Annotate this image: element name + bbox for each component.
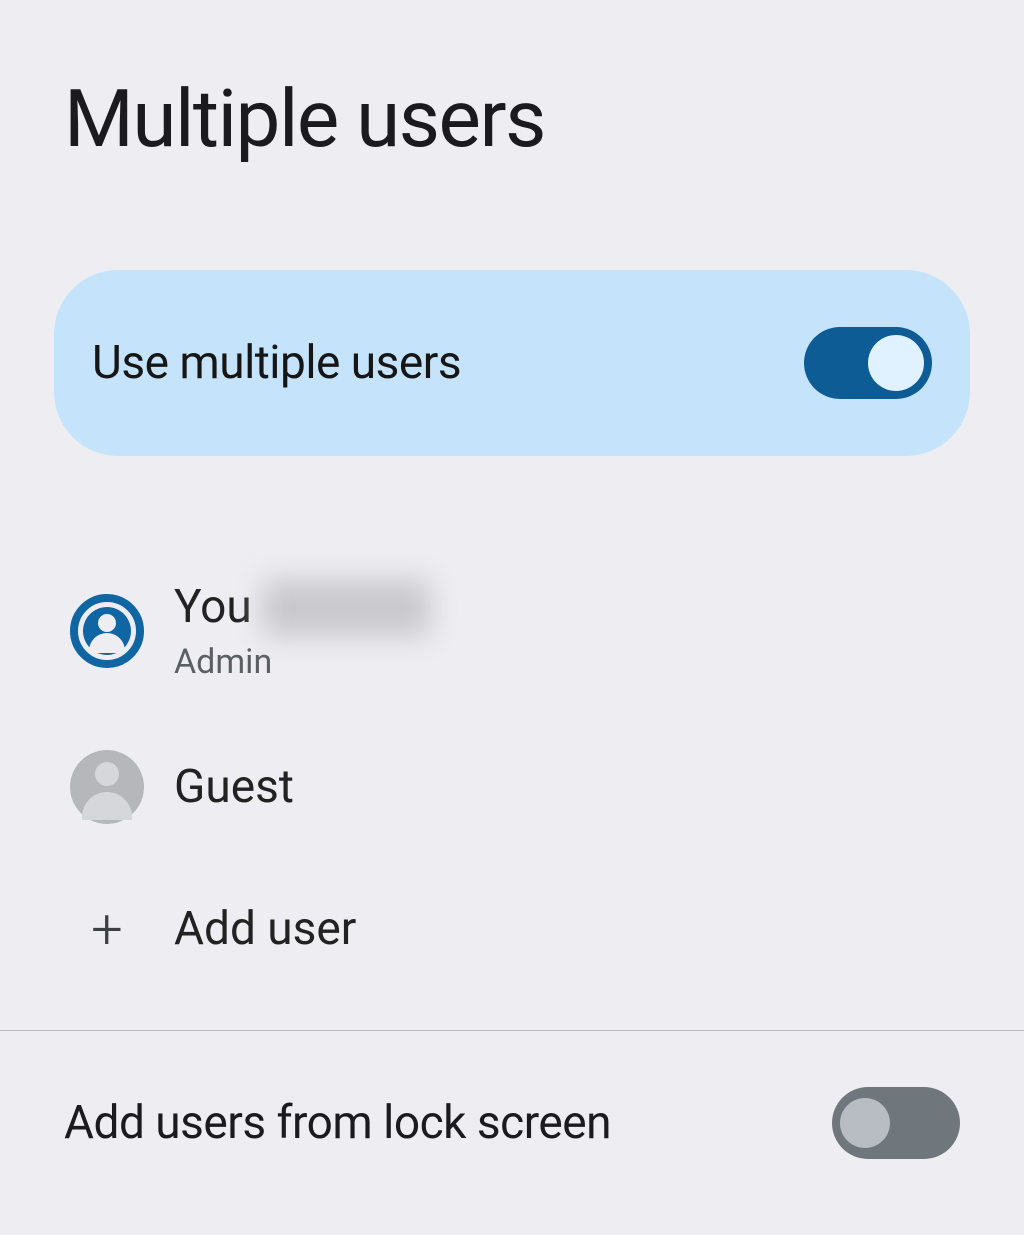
plus-icon: +	[70, 892, 144, 966]
user-you-name-blurred	[262, 580, 430, 636]
add-users-lockscreen-row[interactable]: Add users from lock screen	[0, 1031, 1024, 1159]
use-multiple-users-label: Use multiple users	[92, 336, 461, 390]
add-user-row[interactable]: + Add user	[0, 858, 1024, 1000]
user-current-avatar-icon	[70, 594, 144, 668]
user-guest-avatar-icon	[70, 750, 144, 824]
page-title: Multiple users	[0, 0, 1024, 166]
user-row-guest[interactable]: Guest	[0, 716, 1024, 858]
user-you-sublabel: Admin	[174, 642, 430, 682]
use-multiple-users-row[interactable]: Use multiple users	[54, 270, 970, 456]
user-you-label: You	[174, 580, 252, 634]
add-users-lockscreen-label: Add users from lock screen	[64, 1096, 611, 1150]
add-users-lockscreen-toggle[interactable]	[832, 1087, 960, 1159]
user-list: You Admin Guest + Add user	[0, 456, 1024, 1000]
use-multiple-users-toggle[interactable]	[804, 327, 932, 399]
user-row-you[interactable]: You Admin	[0, 546, 1024, 716]
user-guest-label: Guest	[174, 760, 294, 814]
add-user-label: Add user	[174, 902, 356, 956]
